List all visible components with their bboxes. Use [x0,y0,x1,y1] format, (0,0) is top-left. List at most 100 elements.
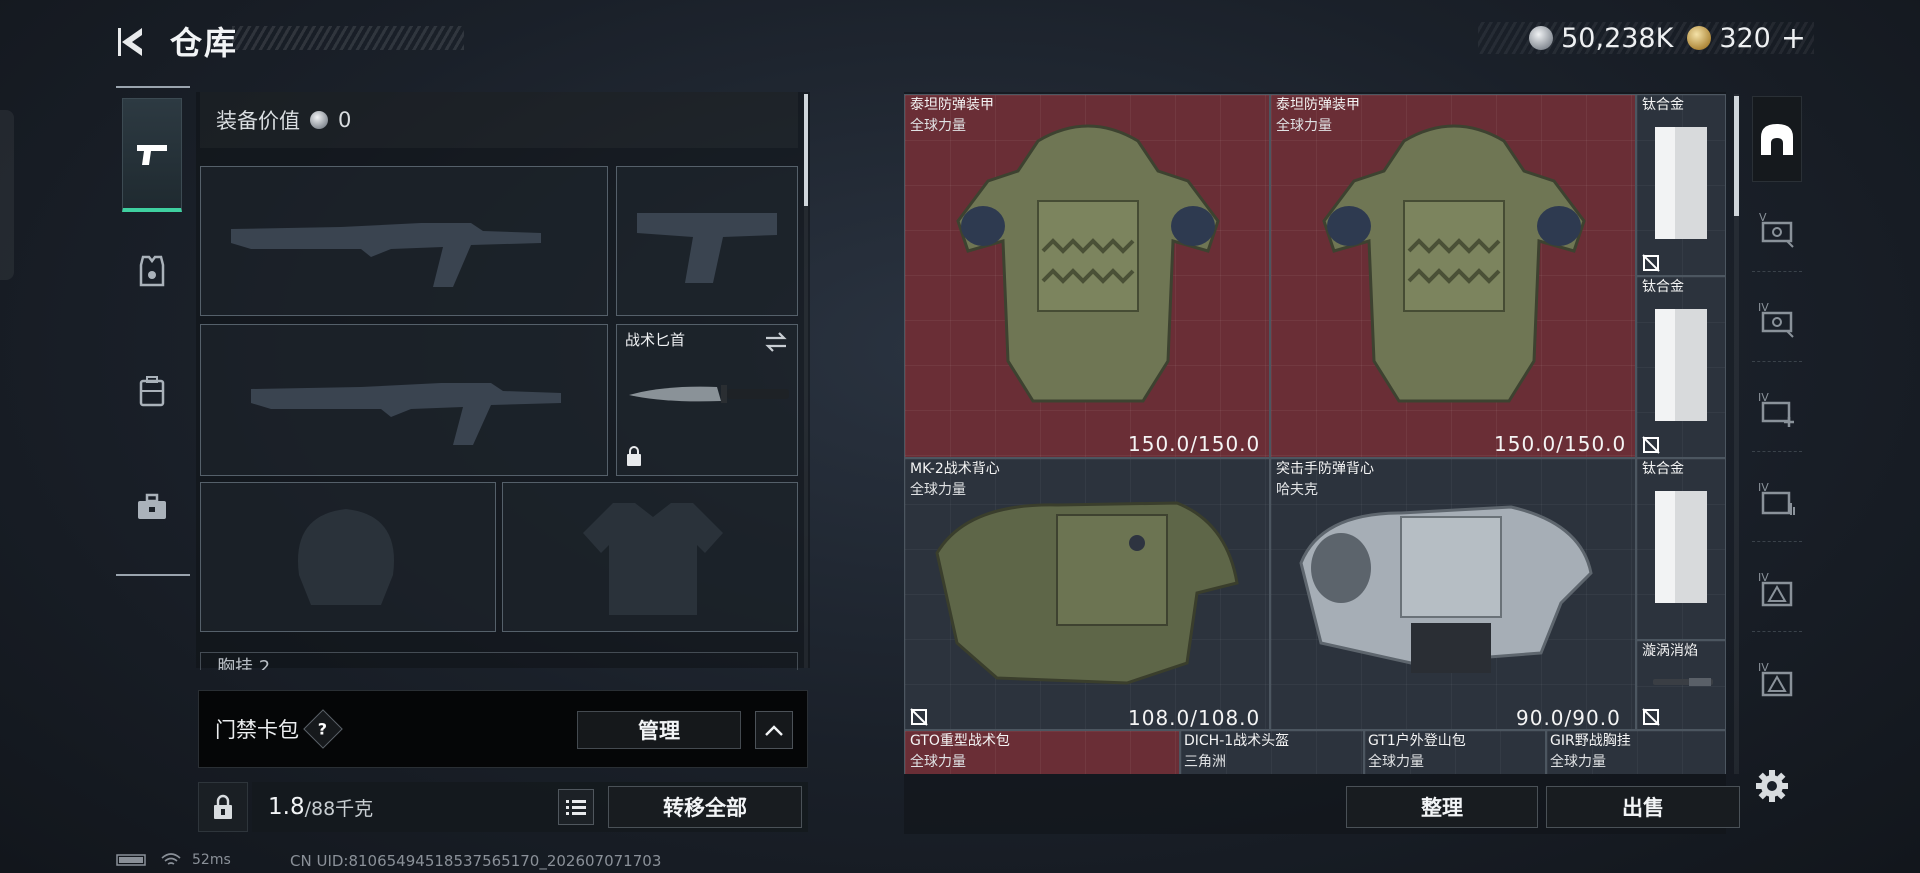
carry-weight-current: 1.8 [268,794,305,820]
item-faction: 全球力量 [1276,118,1332,134]
item-name: DICH-1战术头盔 [1184,733,1290,749]
no-insure-icon [910,708,928,726]
item-name: GTO重型战术包 [910,733,1010,749]
gold-currency[interactable]: 320 + [1687,21,1806,56]
sort-button[interactable]: 整理 [1346,786,1538,828]
storage-page-5[interactable]: V [1752,186,1802,272]
item-name: 突击手防弹背心 [1276,461,1374,477]
titanium-plate-icon [1655,491,1707,603]
storage-triangle-icon: IV [1758,661,1793,697]
item-name: 钛合金 [1642,97,1684,113]
storage-page-4-list[interactable]: IV [1752,456,1802,542]
storage-grid: 泰坦防弹装甲 全球力量 150.0/150.0 泰坦防弹装甲 全球力量 150.… [904,94,1726,774]
melee-slot[interactable]: 战术匕首 [616,324,798,476]
storage-item[interactable] [1270,458,1636,730]
item-faction: 全球力量 [910,482,966,498]
list-view-button[interactable] [558,789,594,825]
primary-weapon-slot[interactable] [200,166,608,316]
chevron-up-icon [765,725,783,736]
status-bar: 52ms [116,852,231,868]
storage-item[interactable] [1636,458,1726,640]
chest-rig-label: 胸挂 [217,657,253,670]
titanium-plate-icon [1655,309,1707,421]
equipment-scroll-thumb[interactable] [804,94,808,206]
sell-button[interactable]: 出售 [1546,786,1740,828]
lock-icon [627,446,641,466]
item-name: GT1户外登山包 [1368,733,1466,749]
item-durability: 90.0/90.0 [1516,706,1621,730]
backpack-icon [139,376,165,407]
flash-hider-icon [1653,678,1713,686]
silver-coin-icon [1529,26,1554,50]
battery-icon [116,854,146,866]
melee-item-name: 战术匕首 [625,331,686,349]
storage-list-icon: IV [1758,481,1795,515]
back-arrow-icon[interactable] [112,22,152,62]
item-durability: 150.0/150.0 [1128,432,1261,456]
swap-icon[interactable] [763,331,789,353]
no-insure-icon [1642,254,1660,272]
toolbox-icon [138,493,166,519]
storage-page-4-add[interactable]: IV [1752,366,1802,452]
lock-toggle-button[interactable] [198,782,248,832]
storage-triangle-icon: IV [1758,571,1793,606]
storage-item[interactable] [1270,94,1636,458]
gear-icon[interactable] [1754,768,1790,804]
weapons-tab[interactable] [122,98,182,212]
titanium-plate-icon [1655,127,1707,239]
gold-amount: 320 [1719,22,1771,54]
silver-currency: 50,238K [1529,23,1673,54]
transfer-all-button[interactable]: 转移全部 [608,786,802,828]
wifi-icon [161,853,181,865]
ping-value: 52ms [192,852,231,868]
tactical-knife-icon [629,385,789,403]
rifle-silhouette-icon [231,223,541,287]
item-durability: 150.0/150.0 [1494,432,1627,456]
carry-weight-max: /88千克 [304,797,374,820]
supplies-tab[interactable] [122,450,182,564]
helmet-slot[interactable] [200,482,496,632]
storage-page-4[interactable]: IV [1752,276,1802,362]
item-name: 泰坦防弹装甲 [1276,97,1360,113]
item-name: MK-2战术背心 [910,461,1000,477]
storage-scroll-thumb[interactable] [1734,96,1739,216]
storage-item[interactable] [1636,276,1726,458]
body-armor-slot[interactable] [502,482,798,632]
user-id: CN UID:81065494518537565170_202607071703 [290,852,662,870]
access-card-pack-title: 门禁卡包 [215,718,299,742]
category-rail [116,86,190,576]
item-name: 钛合金 [1642,279,1684,295]
item-name: 钛合金 [1642,461,1684,477]
storage-page-rail: V IV IV IV IV IV [1752,96,1802,748]
backpack-tab[interactable] [122,334,182,448]
storage-page-4-tri[interactable]: IV [1752,546,1802,632]
storage-page-icon: V [1759,211,1794,248]
help-button[interactable]: ? [303,709,343,749]
secondary-weapon-slot[interactable] [200,324,608,476]
item-faction: 全球力量 [910,118,966,134]
storage-item[interactable] [904,94,1270,458]
item-faction: 全球力量 [1550,754,1606,770]
item-name: GIR野战胸挂 [1550,733,1631,749]
all-items-tab[interactable] [1752,96,1802,182]
assault-vest-icon [1299,505,1593,673]
add-currency-button[interactable]: + [1781,21,1806,56]
storage-page-icon: IV [1758,301,1794,338]
side-handle[interactable] [0,110,14,280]
title-decoration [232,26,464,50]
access-card-pack-bar: 门禁卡包 ? 管理 [198,690,808,768]
storage-item[interactable] [1636,94,1726,276]
chest-rig-row[interactable]: 胸挂 2 [200,652,798,670]
heavy-armor-icon [1322,124,1586,403]
currency-bar: 50,238K 320 + [1478,21,1814,56]
vest-silhouette-icon [583,503,723,615]
help-icon: ? [318,719,328,739]
sidearm-slot[interactable] [616,166,798,316]
tactical-vest-icon [935,501,1239,685]
expand-button[interactable] [755,711,793,749]
storage-page-4-tri-2[interactable]: IV [1752,636,1802,722]
pistol-silhouette-icon [637,213,777,283]
armor-tab[interactable] [122,214,182,328]
manage-button[interactable]: 管理 [577,711,741,749]
pistol-icon [137,144,167,165]
